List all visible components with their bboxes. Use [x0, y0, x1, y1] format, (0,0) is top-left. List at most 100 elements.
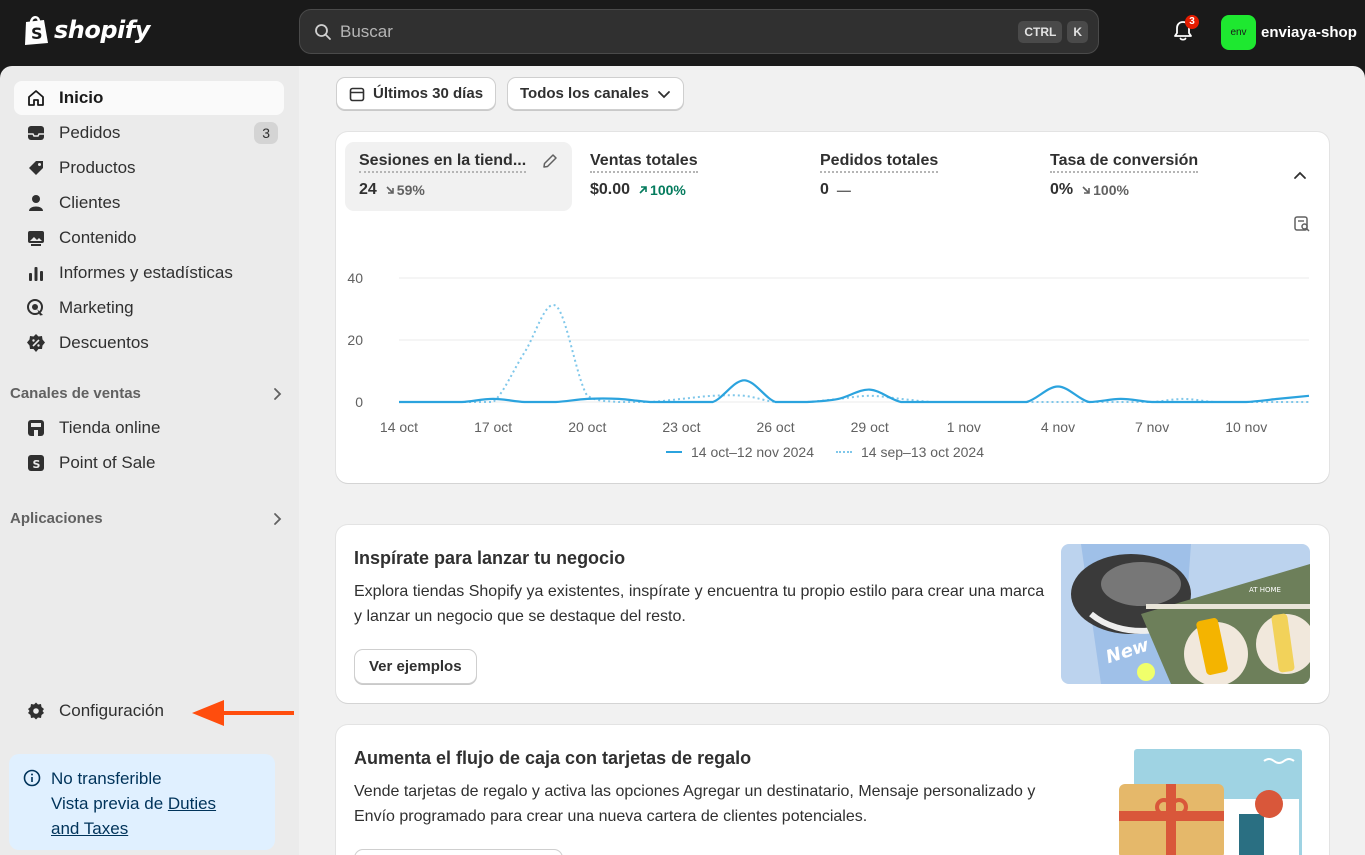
- sidebar-item-inicio[interactable]: Inicio: [14, 81, 284, 115]
- taxes-link[interactable]: and Taxes: [51, 819, 128, 838]
- metric-label: Tasa de conversión: [1050, 152, 1199, 173]
- sessions-line-chart: 0 20 40 14 oct 17 oct 20 oct 23 oct 26 oct 29 oc…: [347, 270, 1310, 432]
- store-avatar: env: [1221, 15, 1256, 50]
- shortcut-key-k: K: [1067, 20, 1088, 43]
- target-icon: [27, 299, 43, 316]
- promo-title: Aumenta el flujo de caja con tarjetas de…: [354, 748, 752, 768]
- store-icon: [28, 420, 44, 436]
- tag-icon: [29, 161, 43, 175]
- x-tick-label: 26 oct: [756, 419, 794, 432]
- x-tick-label: 10 nov: [1225, 419, 1267, 432]
- gift-cards-card: Aumenta el flujo de caja con tarjetas de…: [336, 725, 1329, 855]
- discount-icon: [27, 334, 45, 352]
- metric-change: 100%: [1093, 182, 1129, 198]
- gift-card-action-button[interactable]: [354, 849, 563, 855]
- view-examples-button[interactable]: Ver ejemplos: [354, 649, 477, 684]
- metric-conversion-rate[interactable]: Tasa de conversión 0% 100%: [1036, 142, 1260, 211]
- notice-title: No transferible: [51, 769, 162, 788]
- y-tick-label: 0: [355, 394, 363, 410]
- sidebar-item-label: Inicio: [59, 88, 104, 107]
- arrow-up-right-icon: [639, 186, 647, 194]
- metric-value: $0.00: [590, 181, 631, 198]
- chevron-down-icon: [658, 90, 670, 98]
- legend-swatch-solid: [666, 451, 682, 453]
- sidebar-item-descuentos[interactable]: Descuentos: [14, 326, 284, 360]
- metric-total-sales[interactable]: Ventas totales $0.00 100%: [576, 142, 800, 211]
- sidebar-item-marketing[interactable]: Marketing: [14, 291, 284, 325]
- x-tick-label: 29 oct: [851, 419, 889, 432]
- x-tick-label: 7 nov: [1135, 419, 1169, 432]
- analytics-card: Sesiones en la tiend... 24 59% Ventas to…: [336, 132, 1329, 483]
- x-tick-label: 23 oct: [662, 419, 700, 432]
- date-range-button[interactable]: Últimos 30 días: [336, 77, 497, 110]
- arrow-down-right-icon: [386, 186, 394, 194]
- sales-channels-heading[interactable]: Canales de ventas: [10, 385, 285, 402]
- pencil-icon[interactable]: [541, 152, 559, 170]
- non-transferable-notice: No transferible Vista previa de Duties a…: [9, 754, 275, 850]
- section-label: Aplicaciones: [10, 510, 103, 527]
- sidebar-item-contenido[interactable]: Contenido: [14, 221, 284, 255]
- promo-title: Inspírate para lanzar tu negocio: [354, 548, 626, 568]
- notice-text: No transferible Vista previa de Duties a…: [51, 766, 216, 850]
- gift-card-illustration: [1119, 749, 1302, 855]
- sidebar-item-clientes[interactable]: Clientes: [14, 186, 284, 220]
- metric-change: 100%: [650, 182, 686, 198]
- store-name: enviaya-shop: [1261, 24, 1357, 41]
- apps-heading[interactable]: Aplicaciones: [10, 510, 285, 527]
- shopify-logo[interactable]: S shopify: [22, 14, 150, 46]
- promo-description: Explora tiendas Shopify ya existentes, i…: [354, 583, 1045, 625]
- illustration-heading: AT HOME: [1249, 586, 1281, 594]
- sidebar-item-label: Marketing: [59, 298, 134, 317]
- legend-item-current[interactable]: 14 oct–12 nov 2024: [666, 444, 814, 460]
- gear-icon: [28, 702, 44, 720]
- sidebar-item-pedidos[interactable]: Pedidos 3: [14, 116, 284, 150]
- channels-filter-button[interactable]: Todos los canales: [507, 77, 684, 110]
- metric-change: —: [836, 182, 851, 198]
- sidebar-item-label: Tienda online: [59, 418, 161, 437]
- series-line-previous: [398, 304, 1309, 403]
- chevron-up-icon[interactable]: [1292, 168, 1308, 184]
- sidebar-item-label: Productos: [59, 158, 136, 177]
- legend-item-previous[interactable]: 14 sep–13 oct 2024: [836, 444, 984, 460]
- search-icon: [315, 23, 331, 40]
- person-icon: [29, 195, 43, 211]
- svg-text:S: S: [33, 458, 41, 471]
- metric-total-orders[interactable]: Pedidos totales 0 —: [806, 142, 1030, 211]
- inspiration-card: Inspírate para lanzar tu negocio Explora…: [336, 525, 1329, 703]
- legend-label: 14 sep–13 oct 2024: [861, 444, 984, 460]
- metric-sessions[interactable]: Sesiones en la tiend... 24 59%: [345, 142, 572, 211]
- y-tick-label: 20: [347, 332, 363, 348]
- image-icon: [28, 231, 44, 246]
- sidebar-item-label: Point of Sale: [59, 453, 156, 472]
- sidebar-item-informes[interactable]: Informes y estadísticas: [14, 256, 284, 290]
- sidebar-item-label: Informes y estadísticas: [59, 263, 233, 282]
- sidebar-item-productos[interactable]: Productos: [14, 151, 284, 185]
- promo-description: Vende tarjetas de regalo y activa las op…: [354, 783, 1036, 825]
- pos-icon: S: [28, 455, 44, 471]
- shopping-bag-icon: S: [25, 16, 48, 45]
- x-tick-label: 17 oct: [474, 419, 512, 432]
- home-icon: [28, 90, 44, 106]
- y-tick-label: 40: [347, 270, 363, 286]
- metric-change: 59%: [396, 182, 425, 198]
- chevron-right-icon: [274, 512, 282, 525]
- search-bar[interactable]: CTRL K: [299, 9, 1099, 54]
- sidebar-item-point-of-sale[interactable]: S Point of Sale: [14, 446, 284, 480]
- legend-swatch-dotted: [836, 451, 852, 453]
- store-menu[interactable]: env enviaya-shop: [1221, 15, 1357, 50]
- metric-value: 0: [820, 181, 829, 198]
- search-input[interactable]: [340, 21, 1014, 42]
- inbox-icon: [28, 126, 44, 140]
- sidebar-item-label: Clientes: [59, 193, 121, 212]
- calendar-icon: [349, 87, 365, 101]
- sidebar-item-label: Descuentos: [59, 333, 149, 352]
- main-content: Últimos 30 días Todos los canales Sesion…: [299, 66, 1365, 855]
- chevron-right-icon: [274, 387, 282, 400]
- date-range-label: Últimos 30 días: [373, 85, 484, 102]
- orders-count-badge: 3: [254, 122, 278, 144]
- duties-link[interactable]: Duties: [168, 794, 216, 813]
- sidebar-item-tienda-online[interactable]: Tienda online: [14, 411, 284, 445]
- report-search-icon[interactable]: [1293, 215, 1311, 233]
- x-tick-label: 1 nov: [947, 419, 981, 432]
- metric-label: Sesiones en la tiend...: [359, 152, 527, 173]
